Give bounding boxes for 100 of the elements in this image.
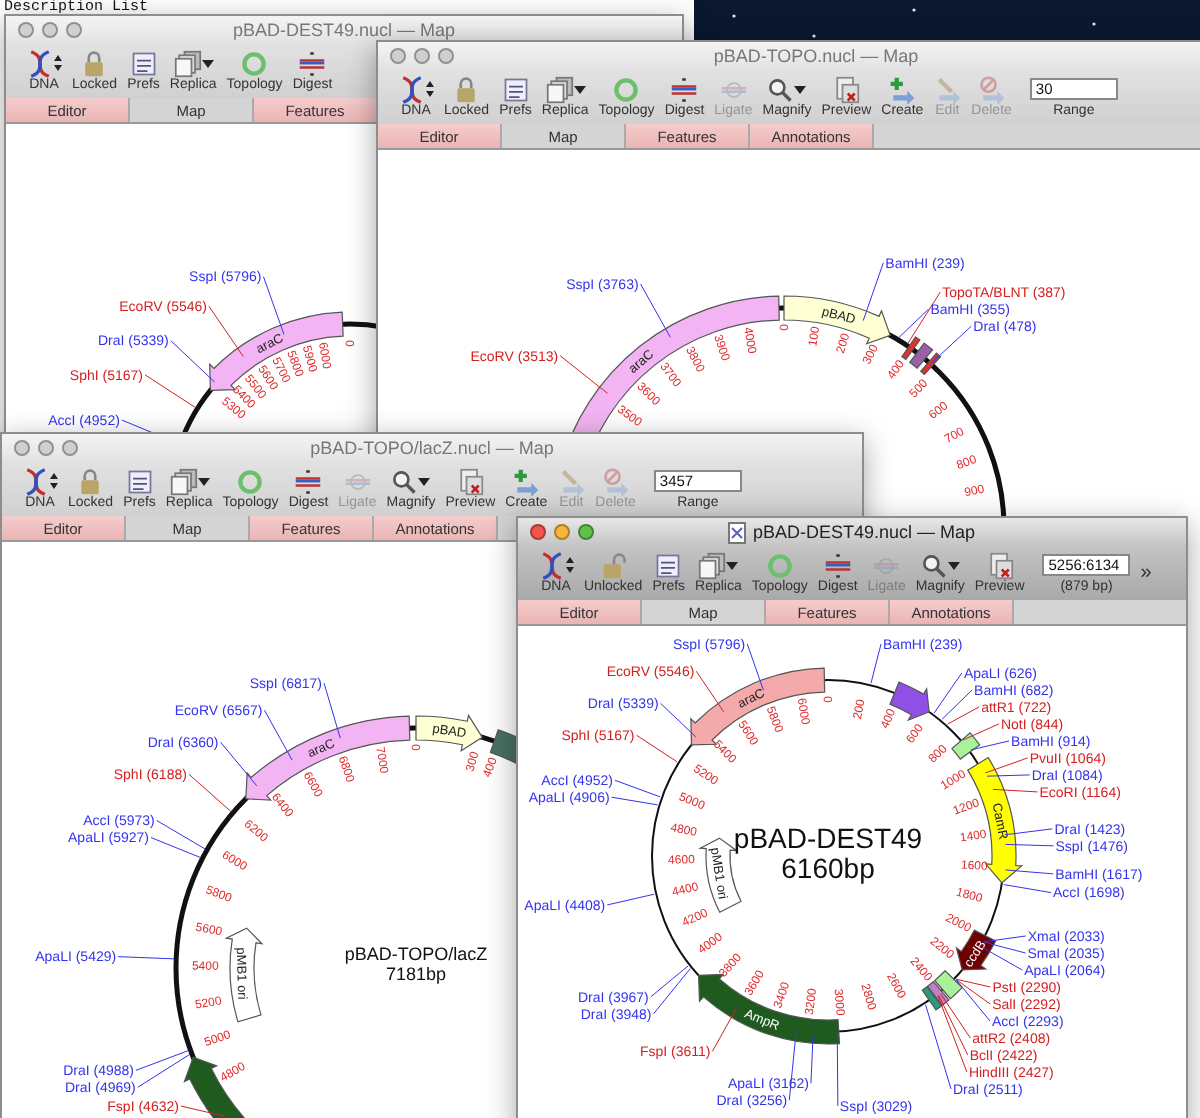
search-icon <box>920 551 949 579</box>
plasmid-name: pBAD-DEST49 <box>733 822 923 854</box>
leader-line <box>188 773 232 813</box>
dna-icon <box>22 467 50 495</box>
caret-icon <box>726 561 739 569</box>
leader-line <box>810 1032 814 1084</box>
ring-icon <box>236 467 265 495</box>
stepper-icon <box>50 472 58 490</box>
leader-line <box>263 709 293 761</box>
leader-line <box>1005 843 1054 847</box>
window-title: pBAD-TOPO.nucl — Map <box>713 46 919 66</box>
stepper-icon <box>54 54 62 72</box>
strands-icon <box>294 467 323 495</box>
leader-line <box>220 741 258 787</box>
leader-line <box>870 643 882 684</box>
no-entry-icon <box>977 75 1006 103</box>
minimize-button[interactable] <box>38 440 54 456</box>
stacked-pages-icon <box>169 467 198 495</box>
zoom-button[interactable] <box>66 22 82 38</box>
search-icon <box>766 75 795 103</box>
checklist-icon <box>125 467 154 495</box>
pencil-icon <box>933 75 962 103</box>
window-title: pBAD-DEST49.nucl — Map <box>232 20 456 40</box>
caret-icon <box>197 477 210 485</box>
checklist-icon <box>501 75 530 103</box>
leader-line <box>144 374 197 409</box>
leader-line <box>208 305 244 358</box>
caret-icon <box>573 85 586 93</box>
leader-line <box>836 1033 839 1107</box>
plus-arrow-icon <box>512 467 541 495</box>
document-icon <box>832 75 861 103</box>
no-entry-icon <box>601 467 630 495</box>
stacked-pages-icon <box>545 75 574 103</box>
strands-icon <box>670 75 699 103</box>
minimize-button[interactable] <box>42 22 58 38</box>
plasmid-length: 7181bp <box>385 964 447 984</box>
document-icon <box>985 551 1014 579</box>
plasmid-length: 6160bp <box>781 852 875 884</box>
caret-icon <box>418 477 431 485</box>
leader-line <box>746 643 764 691</box>
zoom-button[interactable] <box>438 48 454 64</box>
leader-line <box>262 276 285 335</box>
search-icon <box>390 467 419 495</box>
leader-line <box>156 820 206 850</box>
close-button[interactable] <box>14 440 30 456</box>
leader-line <box>1003 884 1052 894</box>
caret-icon <box>201 59 214 67</box>
leader-line <box>711 1008 737 1052</box>
caret-icon <box>948 561 961 569</box>
plasmid-name: pBAD-TOPO/lacZ <box>344 944 488 964</box>
zoom-button[interactable] <box>578 524 594 540</box>
close-button[interactable] <box>390 48 406 64</box>
stepper-icon <box>426 80 434 98</box>
strands-icon <box>823 551 852 579</box>
ring-icon <box>612 75 641 103</box>
dna-icon <box>26 49 54 77</box>
window-title: pBAD-TOPO/lacZ.nucl — Map <box>310 438 554 458</box>
overflow-button[interactable]: » <box>1136 562 1156 584</box>
ring-icon <box>765 551 794 579</box>
leader-line <box>660 702 697 738</box>
ring-icon <box>240 49 269 77</box>
leader-line <box>636 734 678 763</box>
padlock-icon <box>76 467 105 495</box>
leader-line <box>323 682 341 739</box>
leader-line <box>170 340 216 383</box>
pencil-icon <box>557 467 586 495</box>
checklist-icon <box>654 551 683 579</box>
stepper-icon <box>566 556 574 574</box>
leader-line <box>992 788 1038 793</box>
document-icon <box>456 467 485 495</box>
leader-line <box>180 1105 226 1117</box>
leader-line <box>650 965 689 998</box>
caret-icon <box>794 85 807 93</box>
leader-line <box>640 283 671 338</box>
close-button[interactable] <box>18 22 34 38</box>
plus-arrow-icon <box>888 75 917 103</box>
padlock-icon <box>452 75 481 103</box>
dna-icon <box>398 75 426 103</box>
leader-line <box>653 968 691 1015</box>
leader-line <box>862 262 884 322</box>
leader-line <box>559 355 608 394</box>
close-button[interactable] <box>530 524 546 540</box>
padlock-icon <box>80 49 109 77</box>
minimize-button[interactable] <box>554 524 570 540</box>
leader-line <box>695 670 725 713</box>
leader-line <box>931 325 972 364</box>
leader-line <box>606 893 655 906</box>
minimize-button[interactable] <box>414 48 430 64</box>
zoom-button[interactable] <box>62 440 78 456</box>
window-title: pBAD-DEST49.nucl — Map <box>752 522 976 542</box>
strands-icon <box>298 49 327 77</box>
stacked-pages-icon <box>173 49 202 77</box>
stacked-pages-icon <box>698 551 727 579</box>
leader-line <box>117 956 175 960</box>
open-padlock-icon <box>599 551 628 579</box>
leader-line <box>1004 869 1054 875</box>
leader-line <box>1004 828 1053 836</box>
leader-line <box>150 837 202 859</box>
dna-icon <box>538 551 566 579</box>
checklist-icon <box>129 49 158 77</box>
